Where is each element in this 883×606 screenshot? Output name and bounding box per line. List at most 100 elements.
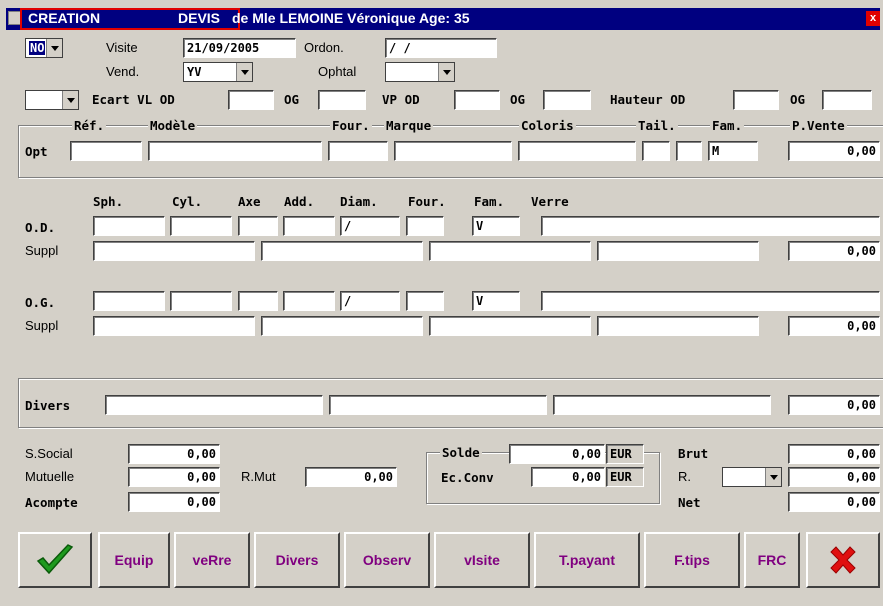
- chevron-down-icon[interactable]: [765, 468, 781, 486]
- od-diam-field[interactable]: /: [340, 216, 400, 236]
- col-add: Add.: [284, 194, 315, 209]
- og-add-field[interactable]: [283, 291, 335, 311]
- brut-field[interactable]: 0,00: [788, 444, 880, 464]
- close-icon[interactable]: x: [866, 11, 880, 26]
- divers1-field[interactable]: [105, 395, 323, 415]
- col-modele: Modèle: [148, 118, 198, 134]
- ref-field[interactable]: [70, 141, 142, 161]
- od-suppl4-field[interactable]: [597, 241, 759, 261]
- remise-field[interactable]: 0,00: [788, 467, 880, 487]
- verre-button[interactable]: veRre: [174, 532, 250, 588]
- type-select[interactable]: NO: [25, 38, 63, 58]
- cancel-button[interactable]: [806, 532, 880, 588]
- og-suppl3-field[interactable]: [429, 316, 591, 336]
- ecart-vl-od-field[interactable]: [228, 90, 274, 110]
- od-suppl-label: Suppl: [25, 243, 59, 258]
- acompte-field[interactable]: 0,00: [128, 492, 220, 512]
- ecconv-currency: EUR: [606, 467, 644, 487]
- chevron-down-icon[interactable]: [438, 63, 454, 81]
- divers2-field[interactable]: [329, 395, 547, 415]
- ecart-select[interactable]: [25, 90, 79, 110]
- col-ref: Réf.: [72, 118, 107, 134]
- vendeur-select[interactable]: YV: [183, 62, 253, 82]
- chevron-down-icon[interactable]: [46, 39, 62, 57]
- og-suppl2-field[interactable]: [261, 316, 423, 336]
- net-label: Net: [678, 495, 701, 510]
- opt-label: Opt: [25, 144, 48, 159]
- fam-field[interactable]: M: [708, 141, 758, 161]
- od-cyl-field[interactable]: [170, 216, 232, 236]
- hauteur-od-label: Hauteur OD: [610, 92, 686, 107]
- og-diam-field[interactable]: /: [340, 291, 400, 311]
- solde-field[interactable]: 0,00: [509, 444, 605, 464]
- taille1-field[interactable]: [642, 141, 670, 161]
- vp-od-field[interactable]: [454, 90, 500, 110]
- og-four-field[interactable]: [406, 291, 444, 311]
- ordon-date-field[interactable]: / /: [385, 38, 497, 58]
- od-four-field[interactable]: [406, 216, 444, 236]
- vp-og-label: OG: [510, 92, 526, 107]
- hauteur-og-field[interactable]: [822, 90, 872, 110]
- four-field[interactable]: [328, 141, 388, 161]
- modele-field[interactable]: [148, 141, 322, 161]
- col-four-verre: Four.: [408, 194, 446, 209]
- col-fam: Fam.: [710, 118, 745, 134]
- ecconv-field[interactable]: 0,00: [531, 467, 605, 487]
- ssocial-field[interactable]: 0,00: [128, 444, 220, 464]
- vendeur-value: YV: [187, 65, 202, 79]
- od-suppl3-field[interactable]: [429, 241, 591, 261]
- equip-button[interactable]: Equip: [98, 532, 170, 588]
- mutuelle-field[interactable]: 0,00: [128, 467, 220, 487]
- observ-button[interactable]: Observ: [344, 532, 430, 588]
- ophtal-select[interactable]: [385, 62, 455, 82]
- acompte-label: Acompte: [25, 495, 78, 510]
- og-suppl-price-field[interactable]: 0,00: [788, 316, 880, 336]
- og-suppl1-field[interactable]: [93, 316, 255, 336]
- hauteur-og-label: OG: [790, 92, 806, 107]
- chevron-down-icon[interactable]: [236, 63, 252, 81]
- hauteur-od-field[interactable]: [733, 90, 779, 110]
- ecart-vl-og-field[interactable]: [318, 90, 366, 110]
- od-verre-field[interactable]: [541, 216, 880, 236]
- vp-od-label: VP OD: [382, 92, 420, 107]
- coloris-field[interactable]: [518, 141, 636, 161]
- og-verre-field[interactable]: [541, 291, 880, 311]
- og-cyl-field[interactable]: [170, 291, 232, 311]
- ecart-vl-og-label: OG: [284, 92, 300, 107]
- net-field[interactable]: 0,00: [788, 492, 880, 512]
- tpayant-button[interactable]: T.payant: [534, 532, 640, 588]
- og-axe-field[interactable]: [238, 291, 278, 311]
- ssocial-label: S.Social: [25, 446, 73, 461]
- pvente-field[interactable]: 0,00: [788, 141, 880, 161]
- ftips-button[interactable]: F.tips: [644, 532, 740, 588]
- remise-select[interactable]: [722, 467, 782, 487]
- od-suppl-price-field[interactable]: 0,00: [788, 241, 880, 261]
- col-cyl: Cyl.: [172, 194, 203, 209]
- frc-button[interactable]: FRC: [744, 532, 800, 588]
- divers-button[interactable]: Divers: [254, 532, 340, 588]
- og-suppl4-field[interactable]: [597, 316, 759, 336]
- od-add-field[interactable]: [283, 216, 335, 236]
- col-diam: Diam.: [340, 194, 378, 209]
- visite-date-field[interactable]: 21/09/2005: [183, 38, 296, 58]
- taille2-field[interactable]: [676, 141, 702, 161]
- divers3-field[interactable]: [553, 395, 771, 415]
- od-suppl1-field[interactable]: [93, 241, 255, 261]
- od-sph-field[interactable]: [93, 216, 165, 236]
- og-fam-field[interactable]: V: [472, 291, 520, 311]
- visite-button[interactable]: vIsite: [434, 532, 530, 588]
- marque-field[interactable]: [394, 141, 512, 161]
- og-sph-field[interactable]: [93, 291, 165, 311]
- vp-og-field[interactable]: [543, 90, 591, 110]
- divers-price-field[interactable]: 0,00: [788, 395, 880, 415]
- chevron-down-icon[interactable]: [62, 91, 78, 109]
- validate-button[interactable]: [18, 532, 92, 588]
- rmut-field[interactable]: 0,00: [305, 467, 397, 487]
- od-fam-field[interactable]: V: [472, 216, 520, 236]
- close-x-icon: [830, 546, 856, 574]
- divers-label: Divers: [25, 398, 71, 413]
- remise-label: R.: [678, 469, 691, 484]
- checkmark-icon: [36, 544, 74, 575]
- od-suppl2-field[interactable]: [261, 241, 423, 261]
- od-axe-field[interactable]: [238, 216, 278, 236]
